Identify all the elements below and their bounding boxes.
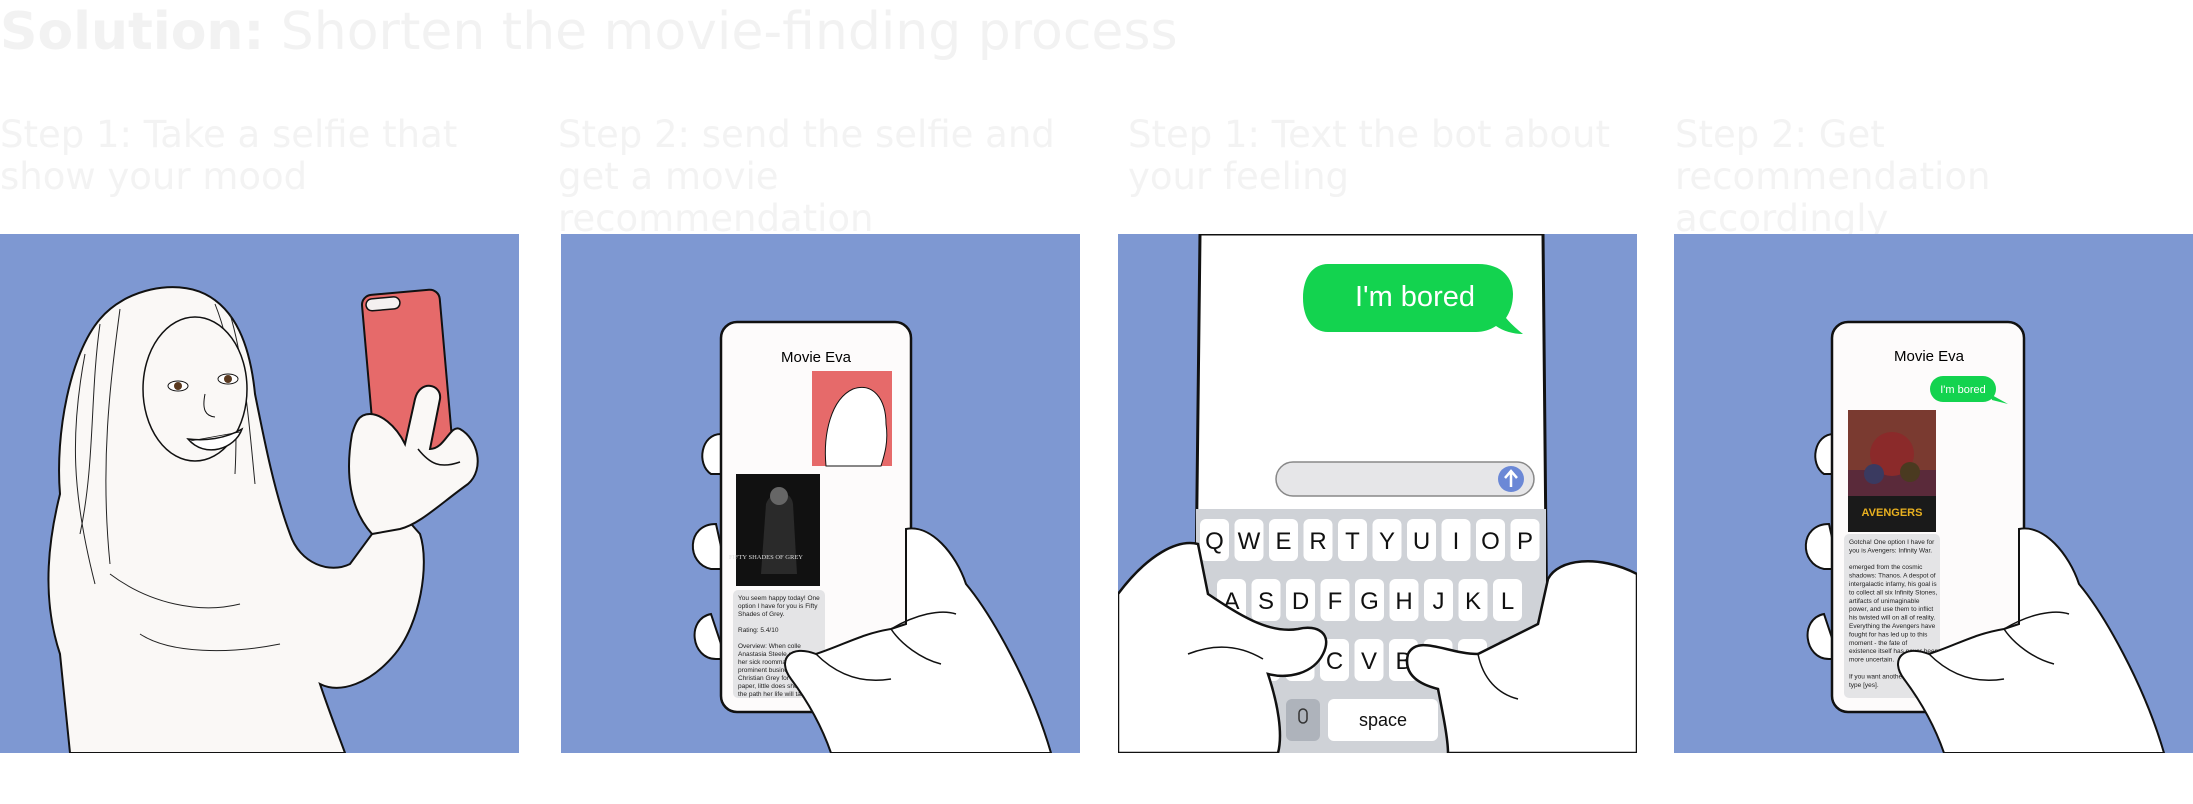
message-line: Everything the Avengers have	[1849, 623, 1936, 630]
step-caption-3: Step 1: Text the bot about your feeling	[1128, 113, 1610, 198]
message-line: Gotcha! One option I have for	[1849, 539, 1935, 546]
message-line: moment - the fate of	[1849, 640, 1907, 647]
panel-selfie	[0, 234, 519, 753]
key-label: Y	[1379, 528, 1395, 555]
message-line: artifacts of unimaginable	[1849, 598, 1920, 605]
panel-text-bot: I'm bored QWERTYUIOPASDFGHJKLZXCVBNM spa…	[1118, 234, 1637, 753]
selfie-illustration	[47, 286, 479, 753]
recommend-phone-illustration: Movie Eva I'm bored AVENGERS Gotcha! One…	[1804, 320, 2166, 753]
key-label: D	[1292, 588, 1309, 615]
chat-phone-illustration	[691, 320, 913, 714]
step-caption-1: Step 1: Take a selfie that show your moo…	[0, 113, 458, 198]
poster-title: AVENGERS	[1862, 507, 1923, 519]
key-label: C	[1326, 648, 1343, 675]
step-caption-2: Step 2: send the selfie and get a movie …	[558, 113, 1055, 240]
message-line: you is Avengers: Infinity War.	[1849, 547, 1932, 554]
message-line: intergalactic infamy, his goal is	[1849, 581, 1937, 588]
message-line: fought for has led up to this	[1849, 631, 1928, 638]
key-label: U	[1413, 528, 1430, 555]
keyboard-illustration: I'm bored QWERTYUIOPASDFGHJKLZXCVBNM spa…	[1118, 234, 1637, 753]
key-label: F	[1328, 588, 1343, 615]
key-label: G	[1360, 588, 1379, 615]
step-caption-4: Step 2: Get recommendation accordingly	[1675, 113, 1991, 240]
message-line: his twisted will on all of reality.	[1849, 615, 1935, 622]
headline-rest: Shorten the movie-finding process	[264, 2, 1178, 62]
key-label: S	[1258, 588, 1274, 615]
message-line: power, and use them to inflict	[1849, 606, 1933, 613]
key-label: H	[1395, 588, 1412, 615]
space-key-label: space	[1359, 710, 1407, 730]
message-line: more uncertain.	[1849, 657, 1894, 664]
key-label: P	[1517, 528, 1533, 555]
key-label: E	[1275, 528, 1291, 555]
sent-bubble-text: I'm bored	[1355, 281, 1475, 313]
user-bubble-text: I'm bored	[1940, 384, 1986, 396]
key-label: R	[1309, 528, 1326, 555]
panel-send-selfie: Movie Eva FIFTY SHADES OF GREY You seem …	[561, 234, 1080, 753]
key-label: V	[1361, 648, 1377, 675]
key-label: W	[1238, 528, 1261, 555]
message-input[interactable]	[1275, 461, 1535, 497]
page-headline: Solution: Shorten the movie-finding proc…	[0, 0, 1178, 64]
key-label: Q	[1205, 528, 1224, 555]
key-label: I	[1453, 528, 1460, 555]
message-line: to collect all six Infinity Stones,	[1849, 589, 1937, 596]
mic-key[interactable]	[1286, 699, 1320, 741]
key-label: J	[1433, 588, 1445, 615]
app-title: Movie Eva	[1894, 348, 1965, 365]
key-label: O	[1481, 528, 1500, 555]
key-label: L	[1501, 588, 1514, 615]
message-line: emerged from the cosmic	[1849, 564, 1923, 571]
message-line: shadows: Thanos. A despot of	[1849, 573, 1936, 580]
key-label: K	[1465, 588, 1481, 615]
panel-recommendation: Movie Eva I'm bored AVENGERS Gotcha! One…	[1674, 234, 2193, 753]
headline-bold: Solution:	[0, 2, 265, 62]
message-line: type [yes].	[1849, 682, 1879, 689]
key-label: T	[1345, 528, 1360, 555]
